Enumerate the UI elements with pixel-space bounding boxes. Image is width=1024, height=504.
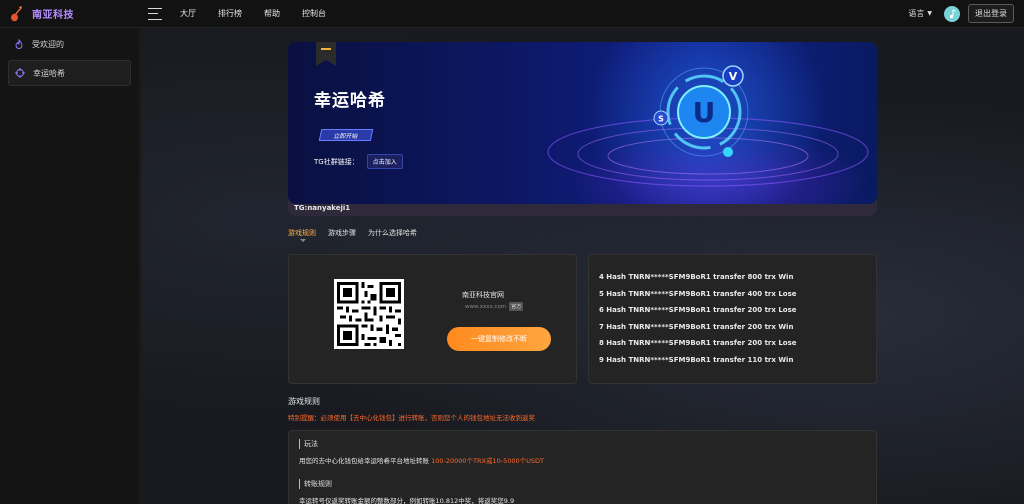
sidebar-item-popular[interactable]: 受欢迎的 (8, 31, 131, 57)
tab-bar: 游戏规则 游戏步骤 为什么选择哈希 (288, 228, 877, 242)
list-item: 7 Hash TNRN*****SFM9BoR1 transfer 200 tr… (599, 322, 794, 331)
top-bar: 南亚科技 大厅 排行榜 帮助 控制台 语言 ▼ 退出登录 (0, 0, 1024, 28)
nav-console[interactable]: 控制台 (302, 8, 326, 19)
guitar-icon (11, 5, 22, 21)
sidebar-item-label: 受欢迎的 (32, 39, 64, 49)
svg-text:U: U (693, 96, 716, 129)
menu-toggle-icon[interactable] (148, 7, 162, 20)
crosshair-icon (15, 68, 25, 78)
cards-row: 南亚科技官网 www.xxxx.com 官方 一键复制修改不断 4 Hash T… (288, 254, 877, 384)
nav-leaderboard[interactable]: 排行榜 (218, 8, 242, 19)
avatar[interactable] (944, 5, 960, 22)
svg-text:V: V (729, 70, 738, 83)
sidebar-item-label: 幸运哈希 (33, 68, 65, 78)
list-item: 9 Hash TNRN*****SFM9BoR1 transfer 110 tr… (599, 355, 794, 364)
nav-lobby[interactable]: 大厅 (180, 8, 196, 19)
qr-card: 南亚科技官网 www.xxxx.com 官方 一键复制修改不断 (288, 254, 577, 384)
rules-box: 玩法 用您的去中心化钱包给幸运哈希平台地址转账 100-20000个TRX或10… (288, 430, 877, 504)
hero-banner: 幸运哈希 立即开始 TG社群链接： 点击加入 U V S (288, 42, 877, 204)
site-url[interactable]: www.xxxx.com (465, 304, 506, 310)
svg-text:S: S (658, 115, 664, 124)
music-note-icon (949, 9, 956, 18)
main-nav: 大厅 排行榜 帮助 控制台 (180, 8, 348, 19)
official-badge: 官方 (509, 302, 524, 311)
list-item: 5 Hash TNRN*****SFM9BoR1 transfer 400 tr… (599, 289, 797, 298)
rule-section-text: 幸运转号仅返奖转账金额的整数部分，例如转账10.812中奖，将返奖您9.9 (299, 497, 515, 504)
tab-game-rules[interactable]: 游戏规则 (288, 228, 316, 242)
language-label: 语言 (908, 9, 925, 18)
main-area: 幸运哈希 立即开始 TG社群链接： 点击加入 U V S TG:nanyakej… (141, 28, 1024, 504)
copy-address-button[interactable]: 一键复制修改不断 (447, 327, 551, 351)
coin-logo-icon: U V S (547, 65, 869, 187)
content: 幸运哈希 立即开始 TG社群链接： 点击加入 U V S TG:nanyakej… (288, 42, 877, 504)
list-item: 4 Hash TNRN*****SFM9BoR1 transfer 800 tr… (599, 273, 794, 281)
site-url-row: www.xxxx.com 官方 (465, 302, 524, 311)
list-item: 6 Hash TNRN*****SFM9BoR1 transfer 200 tr… (599, 306, 797, 314)
qr-code[interactable] (334, 279, 404, 349)
rule-section-title: 转账规则 (299, 479, 866, 489)
rules-heading: 游戏规则 (288, 397, 320, 406)
chevron-down-icon: ▼ (927, 10, 932, 17)
top-right-controls: 语言 ▼ 退出登录 (908, 4, 1024, 23)
brand[interactable]: 南亚科技 (0, 5, 140, 22)
language-selector[interactable]: 语言 ▼ (908, 8, 932, 19)
rule-section-text: 用您的去中心化钱包给幸运哈希平台地址转账 100-20000个TRX或10-50… (299, 455, 866, 465)
sidebar: 受欢迎的 幸运哈希 (0, 28, 140, 504)
sidebar-item-lucky-hash[interactable]: 幸运哈希 (8, 60, 131, 86)
site-name: 南亚科技官网 (462, 291, 504, 299)
tab-why-hash[interactable]: 为什么选择哈希 (368, 228, 417, 238)
tab-game-steps[interactable]: 游戏步骤 (328, 228, 356, 238)
rule-text: 用您的去中心化钱包给幸运哈希平台地址转账 (299, 457, 432, 465)
list-item: 8 Hash TNRN*****SFM9BoR1 transfer 200 tr… (599, 339, 797, 347)
rule-section-title: 玩法 (299, 439, 866, 449)
logout-button[interactable]: 退出登录 (968, 4, 1014, 23)
brand-name: 南亚科技 (32, 10, 74, 21)
warning-text: 特别提醒：必须使用【去中心化钱包】进行转账，否则您个人的钱包地址无法收到返奖 (288, 414, 535, 422)
rule-highlight: 100-20000个TRX或10-5000个USDT (431, 457, 544, 465)
flame-icon (15, 39, 23, 49)
nav-help[interactable]: 帮助 (264, 8, 280, 19)
transactions-card[interactable]: 4 Hash TNRN*****SFM9BoR1 transfer 800 tr… (588, 254, 877, 384)
